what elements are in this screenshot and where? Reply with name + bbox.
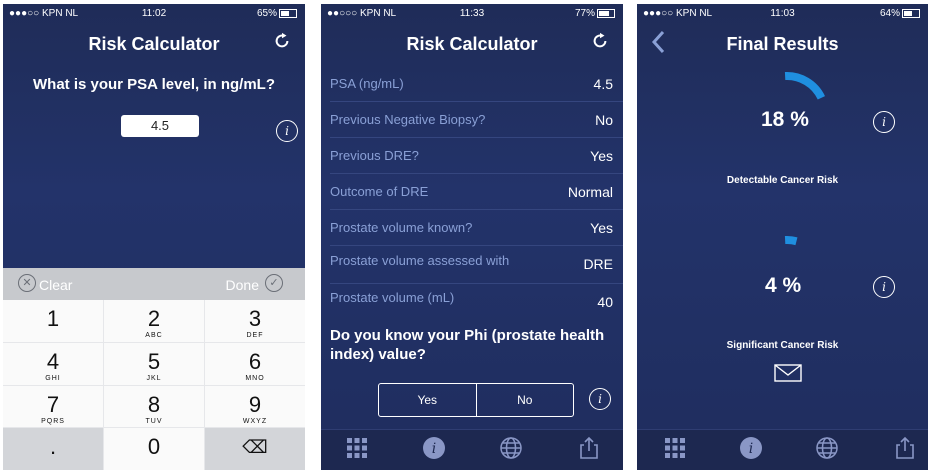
summary-row[interactable]: Previous Negative Biopsy? No [321,102,623,138]
summary-row[interactable]: Outcome of DRE Normal [321,174,623,210]
phi-segmented-control: Yes No [378,383,574,417]
key-3[interactable]: 3 DEF [205,300,305,342]
key-0[interactable]: 0 [104,428,204,470]
page-title: Risk Calculator [88,34,220,54]
summary-row[interactable]: Prostate volume (mL) 40 [321,284,623,320]
backspace-icon: ⌫ [242,437,268,458]
key-8[interactable]: 8 TUV [104,385,204,428]
checkmark-icon[interactable]: ✓ [265,274,283,292]
keyboard-toolbar: ✕ Clear Done ✓ [3,268,305,300]
svg-text:i: i [432,441,436,457]
info-icon[interactable]: i [739,436,763,460]
page-title: Final Results [726,34,839,54]
yes-button[interactable]: Yes [379,384,476,416]
significant-risk-percent: 4 % [765,274,802,297]
psa-question: What is your PSA level, in ng/mL? [33,76,275,93]
battery-icon [597,8,615,18]
share-icon[interactable] [577,436,601,460]
summary-row[interactable]: Prostate volume known? Yes [321,210,623,246]
key-1[interactable]: 1 [3,300,103,342]
grid-icon[interactable] [345,436,369,460]
clear-button[interactable]: Clear [39,277,72,293]
detectable-risk-percent: 18 % [761,108,809,131]
battery-percent: 77% [574,8,595,19]
key-5[interactable]: 5 JKL [104,342,204,385]
psa-input[interactable]: 4.5 [121,115,199,137]
globe-icon[interactable] [499,436,523,460]
numeric-keypad: 1 2 ABC 3 DEF 4 GHI 5 JKL 6 MNO 7 PQRS 8 TUV 9W… [3,300,305,470]
key-2[interactable]: 2 ABC [104,300,204,342]
tab-bar: i [637,429,928,470]
info-icon[interactable]: i [873,111,895,133]
backspace-key[interactable]: ⌫ [205,428,305,470]
summary-row[interactable]: Prostate volume assessed with DRE [321,246,623,284]
key-4[interactable]: 4 GHI [3,342,103,385]
page-title: Risk Calculator [406,34,538,54]
phone-screen-final-results: ●●●○○ KPN NL 11:03 64% Final Results 18 … [637,4,928,470]
phone-screen-calculator-input: ●●●○○ KPN NL 11:02 65% Risk Calculator W… [3,4,305,470]
info-icon[interactable]: i [422,436,446,460]
detectable-risk-label: Detectable Cancer Risk [726,175,839,186]
info-icon[interactable]: i [276,120,298,142]
no-button[interactable]: No [475,384,574,416]
share-icon[interactable] [893,436,917,460]
summary-row[interactable]: PSA (ng/mL) 4.5 [321,66,623,102]
key-decimal[interactable]: . [3,428,103,470]
globe-icon[interactable] [815,436,839,460]
info-icon[interactable]: i [589,388,611,410]
battery-icon [279,8,297,18]
email-icon[interactable] [774,364,802,382]
tab-bar: i [321,429,623,470]
status-bar: ●●●○○ KPN NL 11:02 65% [3,4,305,22]
svg-text:i: i [749,441,753,457]
battery-status: 77% [575,8,615,19]
battery-status: 64% [880,8,920,19]
significant-risk-label: Significant Cancer Risk [726,340,839,351]
refresh-icon[interactable] [591,32,609,50]
info-icon[interactable]: i [873,276,895,298]
status-bar: ●●●○○ KPN NL 11:03 64% [637,4,928,22]
clear-icon[interactable]: ✕ [18,274,36,292]
status-bar: ●●○○○ KPN NL 11:33 77% [321,4,623,22]
battery-icon [902,8,920,18]
phi-question: Do you know your Phi (prostate health in… [330,327,605,363]
summary-row[interactable]: Previous DRE? Yes [321,138,623,174]
done-button[interactable]: Done [226,277,259,293]
battery-percent: 64% [879,8,900,19]
refresh-icon[interactable] [273,32,291,50]
key-6[interactable]: 6 MNO [205,342,305,385]
battery-status: 65% [257,8,297,19]
key-9[interactable]: 9 WXYZ [205,385,305,428]
key-7[interactable]: 7 PQRS [3,385,103,428]
phone-screen-calculator-summary: ●●○○○ KPN NL 11:33 77% Risk Calculator P… [321,4,623,470]
battery-percent: 65% [256,8,277,19]
grid-icon[interactable] [663,436,687,460]
